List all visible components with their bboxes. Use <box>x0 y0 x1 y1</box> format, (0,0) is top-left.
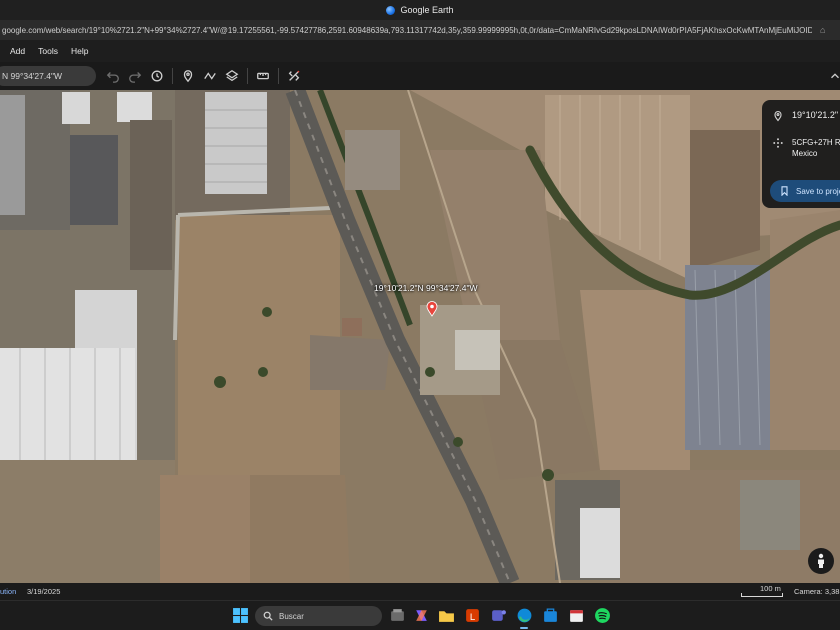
location-label: 19°10'21.2"N 99°34'27.4"W <box>374 283 478 293</box>
path-icon[interactable] <box>199 65 221 87</box>
placemark-icon[interactable] <box>177 65 199 87</box>
google-earth-window: Google Earth google.com/web/search/19°10… <box>0 0 840 630</box>
start-icon[interactable] <box>232 607 249 624</box>
search-input[interactable]: N 99°34'27.4"W <box>0 66 96 86</box>
satellite-icon[interactable] <box>283 65 305 87</box>
coordinates-row: 19°10'21.2" <box>772 110 838 122</box>
url-text[interactable]: google.com/web/search/19°10%2721.2"N+99°… <box>2 26 812 35</box>
google-earth-logo-icon <box>386 5 396 15</box>
bookmark-icon <box>781 186 788 196</box>
layers-icon[interactable] <box>221 65 243 87</box>
location-info-panel: 19°10'21.2" 5CFG+27H R Mexico Save to pr… <box>762 100 840 208</box>
windows-taskbar: Buscar L <box>0 600 840 630</box>
store-icon[interactable] <box>542 607 559 624</box>
toolbar-divider <box>278 68 279 84</box>
toolbar-divider <box>172 68 173 84</box>
extensions-icon[interactable]: ⌂ <box>820 25 825 35</box>
svg-text:L: L <box>470 612 475 623</box>
info-coordinates: 19°10'21.2" <box>792 110 839 120</box>
title-bar: Google Earth <box>0 0 840 20</box>
pin-icon <box>774 111 782 122</box>
satellite-imagery <box>0 90 840 583</box>
street-view-pegman-button[interactable] <box>808 548 834 574</box>
toolbar: N 99°34'27.4"W <box>0 62 840 90</box>
plus-code-locality: Mexico <box>792 149 818 158</box>
camera-altitude: Camera: 3,385 <box>794 587 840 596</box>
scale-label: 100 m <box>760 584 781 593</box>
save-button-label: Save to proje <box>796 186 840 196</box>
folder-icon[interactable] <box>438 607 455 624</box>
location-pin-icon[interactable] <box>426 301 438 317</box>
window-title: Google Earth <box>400 5 454 15</box>
pegman-icon <box>818 553 824 568</box>
plus-code: 5CFG+27H R <box>792 138 840 147</box>
menu-help[interactable]: Help <box>71 46 88 56</box>
undo-icon[interactable] <box>102 65 124 87</box>
status-bar: ution 3/19/2025 100 m Camera: 3,385 <box>0 583 840 600</box>
taskbar-search-placeholder: Buscar <box>279 611 304 621</box>
expand-icon[interactable] <box>824 65 840 87</box>
taskbar-search[interactable]: Buscar <box>255 606 382 626</box>
menu-add[interactable]: Add <box>10 46 25 56</box>
scale-bar <box>741 593 783 597</box>
menu-tools[interactable]: Tools <box>38 46 58 56</box>
menu-bar: Add Tools Help <box>0 40 840 62</box>
plus-code-icon <box>773 138 783 148</box>
search-icon <box>263 611 273 621</box>
satellite-map-view[interactable]: 19°10'21.2"N 99°34'27.4"W 19°10'21.2" 5C… <box>0 90 840 583</box>
history-icon[interactable] <box>146 65 168 87</box>
teams-icon[interactable] <box>490 607 507 624</box>
attribution-link[interactable]: ution <box>0 587 16 596</box>
office-icon[interactable]: L <box>464 607 481 624</box>
active-app-indicator <box>520 627 528 629</box>
imagery-date: 3/19/2025 <box>27 587 61 596</box>
calendar-icon[interactable] <box>568 607 585 624</box>
spotify-icon[interactable] <box>594 607 611 624</box>
redo-icon[interactable] <box>124 65 146 87</box>
ruler-icon[interactable] <box>252 65 274 87</box>
save-to-project-button[interactable]: Save to proje <box>770 180 840 202</box>
address-bar[interactable]: google.com/web/search/19°10%2721.2"N+99°… <box>0 20 840 40</box>
toolbar-divider <box>247 68 248 84</box>
file-explorer-icon[interactable] <box>389 607 406 624</box>
plus-code-row: 5CFG+27H R Mexico <box>772 137 840 159</box>
edge-icon[interactable] <box>516 607 533 624</box>
copilot-icon[interactable] <box>413 607 430 624</box>
